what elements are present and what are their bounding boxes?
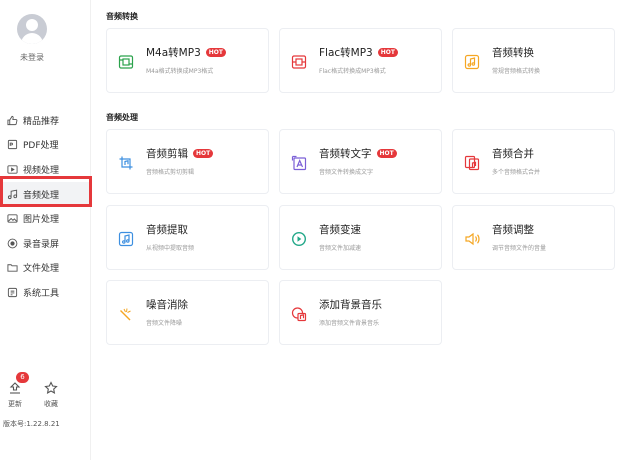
sidebar-item-video[interactable]: 视频处理 xyxy=(0,157,91,182)
sidebar-item-label: 录音录屏 xyxy=(23,239,60,250)
card-title: Flac转MP3 xyxy=(319,47,373,59)
thumbs-up-icon xyxy=(6,114,18,126)
sidebar-item-pdf[interactable]: PDF处理 xyxy=(0,133,91,158)
avatar-body xyxy=(21,33,43,44)
login-status[interactable]: 未登录 xyxy=(0,52,64,63)
card-description: 常规音频格式转换 xyxy=(492,68,541,75)
sidebar-item-recommend[interactable]: 精品推荐 xyxy=(0,108,91,133)
card-title: 音频变速 xyxy=(319,224,361,236)
hot-badge: HOT xyxy=(205,48,226,57)
star-icon xyxy=(38,380,64,396)
audio-extract-icon xyxy=(118,231,134,247)
card-title: 噪音消除 xyxy=(146,299,188,311)
audio-convert-icon xyxy=(464,54,480,70)
card-audio-cut[interactable]: 音频剪辑 HOT 音频格式剪切剪辑 xyxy=(106,129,269,194)
card-audio-to-text[interactable]: 音频转文字 HOT 音频文件转换成文字 xyxy=(279,129,442,194)
record-icon xyxy=(6,237,18,249)
card-volume-adjust[interactable]: 音频调整 调节音频文件的音量 xyxy=(452,205,615,270)
card-title: 音频转换 xyxy=(492,47,534,59)
pdf-icon xyxy=(6,139,18,151)
audio-to-text-icon xyxy=(291,155,307,171)
avatar-head xyxy=(26,19,38,31)
card-description: M4a格式转换成MP3格式 xyxy=(146,68,214,75)
sidebar-item-image[interactable]: 图片处理 xyxy=(0,206,91,231)
card-description: 添加音频文件背景音乐 xyxy=(319,320,380,327)
card-title: 音频提取 xyxy=(146,224,188,236)
card-flac-to-mp3[interactable]: Flac转MP3 HOT Flac格式转换成MP3格式 xyxy=(279,28,442,93)
card-description: 音频文件转换成文字 xyxy=(319,169,374,176)
card-add-background-music[interactable]: 添加背景音乐 添加音频文件背景音乐 xyxy=(279,280,442,345)
version-text: 版本号:1.22.8.21 xyxy=(3,420,60,428)
sidebar-item-label: 精品推荐 xyxy=(23,116,60,127)
folder-icon xyxy=(6,262,18,274)
card-title: 音频剪辑 xyxy=(146,148,188,160)
image-icon xyxy=(6,213,18,225)
card-description: 从视频中提取音频 xyxy=(146,245,195,252)
section-title-audio-convert: 音频转换 xyxy=(106,12,138,21)
hot-badge: HOT xyxy=(193,149,214,158)
noise-removal-icon xyxy=(118,306,134,322)
card-title: 音频转文字 xyxy=(319,148,372,160)
card-title: 音频调整 xyxy=(492,224,534,236)
update-button[interactable]: 6 更新 xyxy=(2,372,29,409)
card-description: 音频文件降噪 xyxy=(146,320,183,327)
card-description: 音频文件加减速 xyxy=(319,245,362,252)
sidebar-item-record[interactable]: 录音录屏 xyxy=(0,231,91,256)
audio-merge-icon xyxy=(464,155,480,171)
card-description: 多个音频格式合并 xyxy=(492,169,541,176)
card-title: M4a转MP3 xyxy=(146,47,201,59)
sidebar: 未登录 精品推荐 PDF处理 视频处理 音频处理 图片处理 录音录屏 文件处理 … xyxy=(0,0,92,460)
card-title: 添加背景音乐 xyxy=(319,299,382,311)
music-note-icon xyxy=(6,188,18,200)
sidebar-item-label: 图片处理 xyxy=(23,215,60,226)
add-bgm-icon xyxy=(291,306,307,322)
card-description: 音频格式剪切剪辑 xyxy=(146,169,195,176)
toolbox-icon xyxy=(6,286,18,298)
sidebar-item-file[interactable]: 文件处理 xyxy=(0,256,91,281)
favorite-button[interactable]: 收藏 xyxy=(38,380,64,409)
card-audio-speed[interactable]: 音频变速 音频文件加减速 xyxy=(279,205,442,270)
hot-badge: HOT xyxy=(376,149,397,158)
favorite-label: 收藏 xyxy=(44,400,58,408)
video-icon xyxy=(6,163,18,175)
update-badge: 6 xyxy=(16,372,29,383)
section-title-audio-processing: 音频处理 xyxy=(106,113,138,122)
m4a-convert-icon xyxy=(118,54,134,70)
hot-badge: HOT xyxy=(377,48,398,57)
sidebar-item-label: 音频处理 xyxy=(23,190,60,201)
sidebar-nav: 精品推荐 PDF处理 视频处理 音频处理 图片处理 录音录屏 文件处理 系统工具 xyxy=(0,108,91,305)
card-description: 调节音频文件的音量 xyxy=(492,245,547,252)
audio-cut-icon xyxy=(118,155,134,171)
sidebar-item-audio[interactable]: 音频处理 xyxy=(0,181,91,207)
sidebar-item-label: 视频处理 xyxy=(23,165,60,176)
card-audio-merge[interactable]: 音频合并 多个音频格式合并 xyxy=(452,129,615,194)
card-audio-convert[interactable]: 音频转换 常规音频格式转换 xyxy=(452,28,615,93)
card-title: 音频合并 xyxy=(492,148,534,160)
update-icon: 6 xyxy=(2,372,29,396)
card-noise-removal[interactable]: 噪音消除 音频文件降噪 xyxy=(106,280,269,345)
sidebar-item-label: PDF处理 xyxy=(23,141,59,152)
card-audio-extract[interactable]: 音频提取 从视频中提取音频 xyxy=(106,205,269,270)
sidebar-item-label: 文件处理 xyxy=(23,264,60,275)
sidebar-item-label: 系统工具 xyxy=(23,288,60,299)
card-description: Flac格式转换成MP3格式 xyxy=(319,68,386,75)
flac-convert-icon xyxy=(291,54,307,70)
sidebar-item-system-tools[interactable]: 系统工具 xyxy=(0,280,91,305)
main-content: 音频转换 M4a转MP3 HOT M4a格式转换成MP3格式 Flac转MP3 HO… xyxy=(91,0,631,460)
avatar[interactable] xyxy=(17,14,47,44)
card-m4a-to-mp3[interactable]: M4a转MP3 HOT M4a格式转换成MP3格式 xyxy=(106,28,269,93)
volume-adjust-icon xyxy=(464,231,480,247)
audio-speed-icon xyxy=(291,231,307,247)
update-label: 更新 xyxy=(8,400,22,408)
